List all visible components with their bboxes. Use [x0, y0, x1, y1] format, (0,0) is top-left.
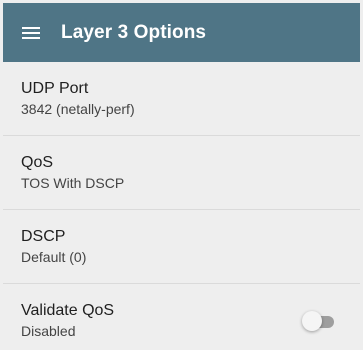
setting-title: UDP Port	[21, 80, 89, 97]
setting-qos[interactable]: QoS TOS With DSCP	[3, 136, 360, 210]
setting-udp-port[interactable]: UDP Port 3842 (netally-perf)	[3, 62, 360, 136]
setting-value: 3842 (netally-perf)	[21, 101, 135, 117]
app-screen: Layer 3 Options UDP Port 3842 (netally-p…	[0, 0, 363, 350]
hamburger-menu-icon	[22, 26, 40, 39]
setting-title: QoS	[21, 154, 54, 171]
setting-dscp[interactable]: DSCP Default (0)	[3, 210, 360, 284]
setting-value: TOS With DSCP	[21, 175, 125, 191]
setting-title: DSCP	[21, 228, 66, 245]
setting-value: Default (0)	[21, 249, 87, 265]
toggle-thumb	[302, 311, 322, 331]
validate-qos-toggle[interactable]	[302, 311, 336, 331]
menu-button[interactable]	[3, 3, 59, 62]
page-title: Layer 3 Options	[61, 21, 207, 43]
setting-validate-qos[interactable]: Validate QoS Disabled	[3, 284, 360, 350]
settings-list: UDP Port 3842 (netally-perf) QoS TOS Wit…	[3, 62, 360, 350]
app-toolbar: Layer 3 Options	[3, 3, 360, 62]
